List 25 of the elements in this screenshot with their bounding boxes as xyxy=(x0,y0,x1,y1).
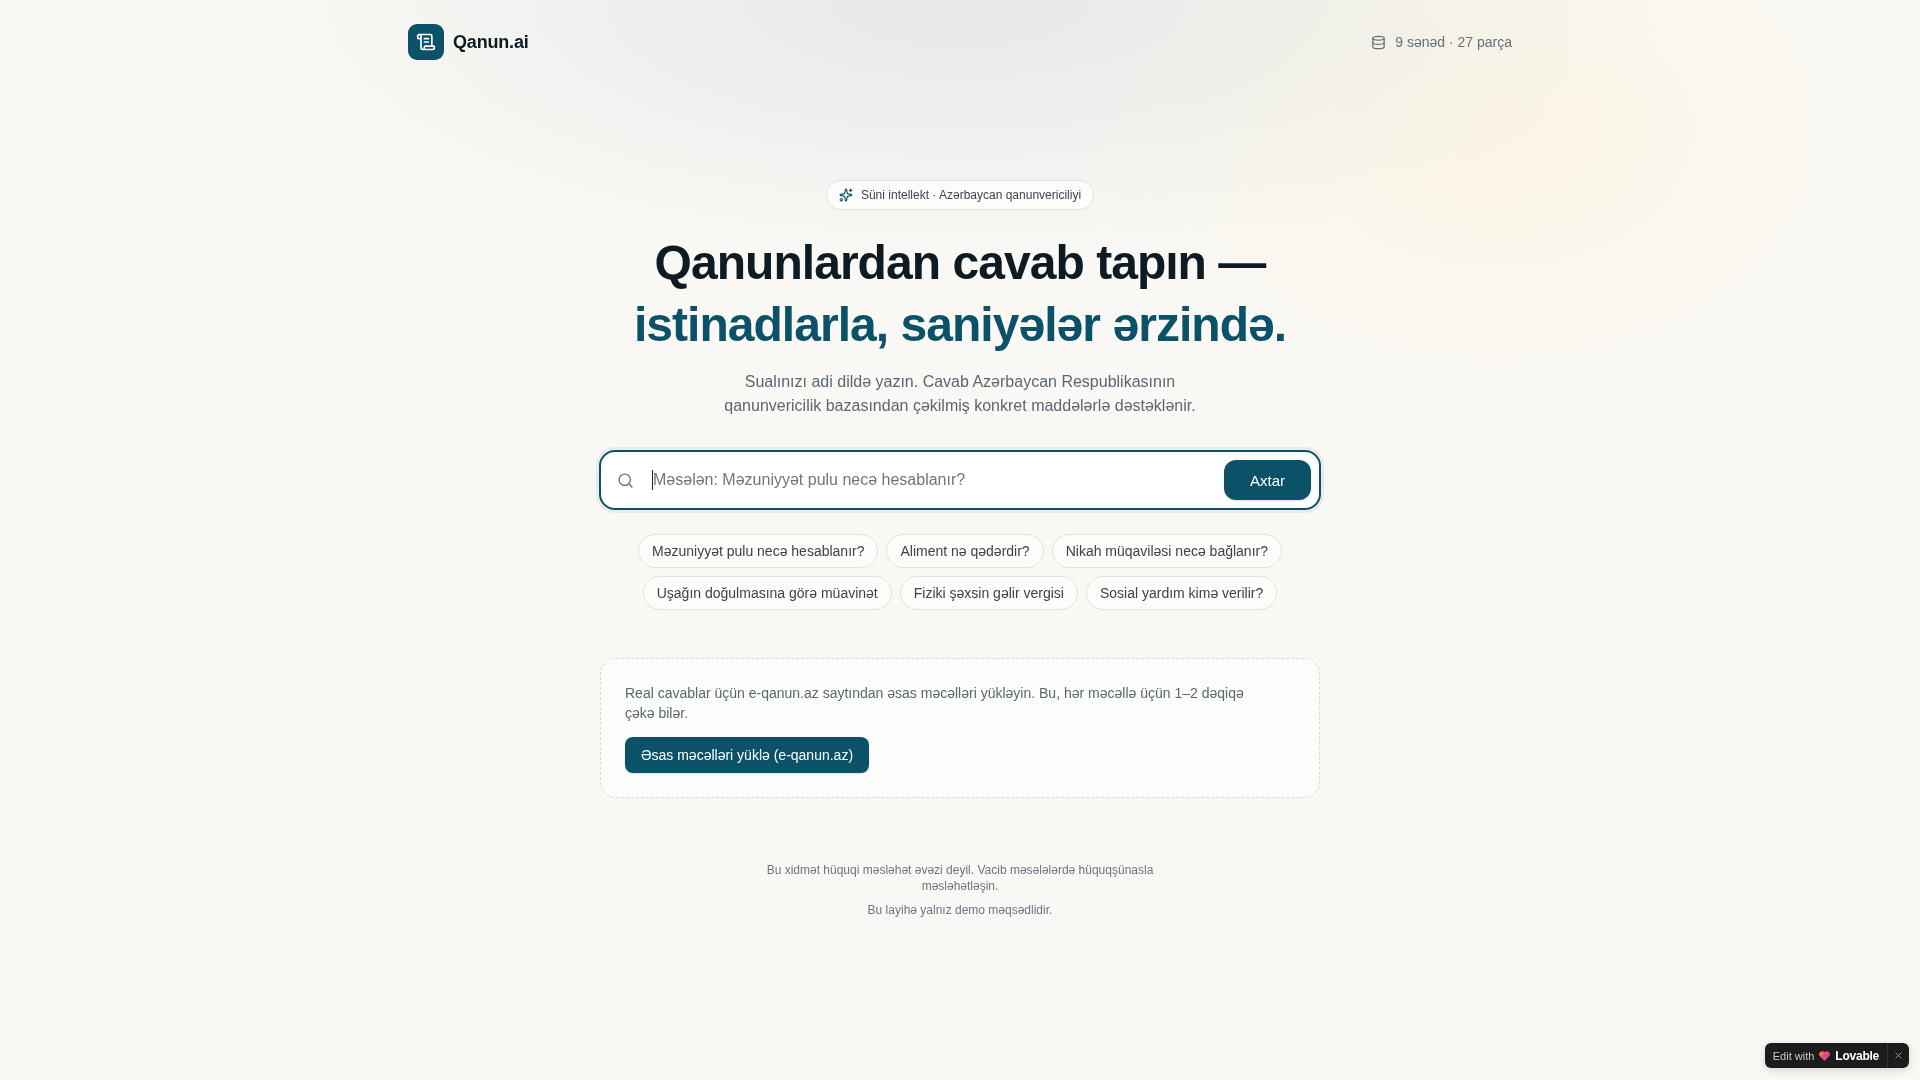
app-name: Qanun.ai xyxy=(453,31,529,53)
suggestion-chip[interactable]: Fiziki şəxsin gəlir vergisi xyxy=(899,576,1078,610)
search-icon xyxy=(617,471,634,489)
text-cursor xyxy=(652,470,653,490)
heart-logo-icon xyxy=(1819,1050,1831,1061)
document-count: 9 sənəd · 27 parça xyxy=(1395,34,1512,50)
load-codes-button[interactable]: Əsas məcəlləri yüklə (e-qanun.az) xyxy=(625,737,870,773)
subtitle: Sualınızı adi dildə yazın. Cavab Azərbaycan Respublikasının qanunvericilik bazasından çəkilmiş konkret maddələrlə dəstəklənir. xyxy=(723,372,1197,416)
search-field[interactable]: Məsələn: Məzuniyyət pulu necə hesablanır? Axtar xyxy=(599,450,1321,510)
suggestion-chip[interactable]: Məzuniyyət pulu necə hesablanır? xyxy=(638,534,879,568)
database-icon xyxy=(1371,34,1387,50)
edit-with-link[interactable]: Edit with Lovable xyxy=(1764,1043,1887,1068)
notice-text: Real cavablar üçün e-qanun.az saytından əsas məcəlləri yükləyin. Bu, hər məcəllə üçün 1–2 dəqiqə çəkə bilər. xyxy=(625,684,1245,723)
suggestion-chip[interactable]: Sosial yardım kimə verilir? xyxy=(1085,576,1278,610)
demo-note: Bu layihə yalnız demo məqsədlidir. xyxy=(867,902,1053,918)
disclaimer-text: Bu xidmət hüquqi məsləhət əvəzi deyil. Vacib məsələlərdə hüquqşünasla məsləhətləşin. xyxy=(765,862,1155,894)
suggestion-chip[interactable]: Nikah müqaviləsi necə bağlanır? xyxy=(1051,534,1282,568)
sparkles-icon xyxy=(838,188,853,202)
headline: Qanunlardan cavab tapın — istinadlarla, saniyələr ərzində. xyxy=(633,235,1287,353)
suggestion-chip[interactable]: Aliment nə qədərdir? xyxy=(886,534,1044,568)
suggestion-chip[interactable]: Uşağın doğulmasına görə müavinət xyxy=(642,576,892,610)
search-button[interactable]: Axtar xyxy=(1224,460,1311,500)
scroll-logo-icon xyxy=(408,24,444,60)
badge-text: Süni intellekt · Azərbaycan qanunvericiliyi xyxy=(860,188,1082,202)
close-icon xyxy=(1893,1050,1904,1061)
